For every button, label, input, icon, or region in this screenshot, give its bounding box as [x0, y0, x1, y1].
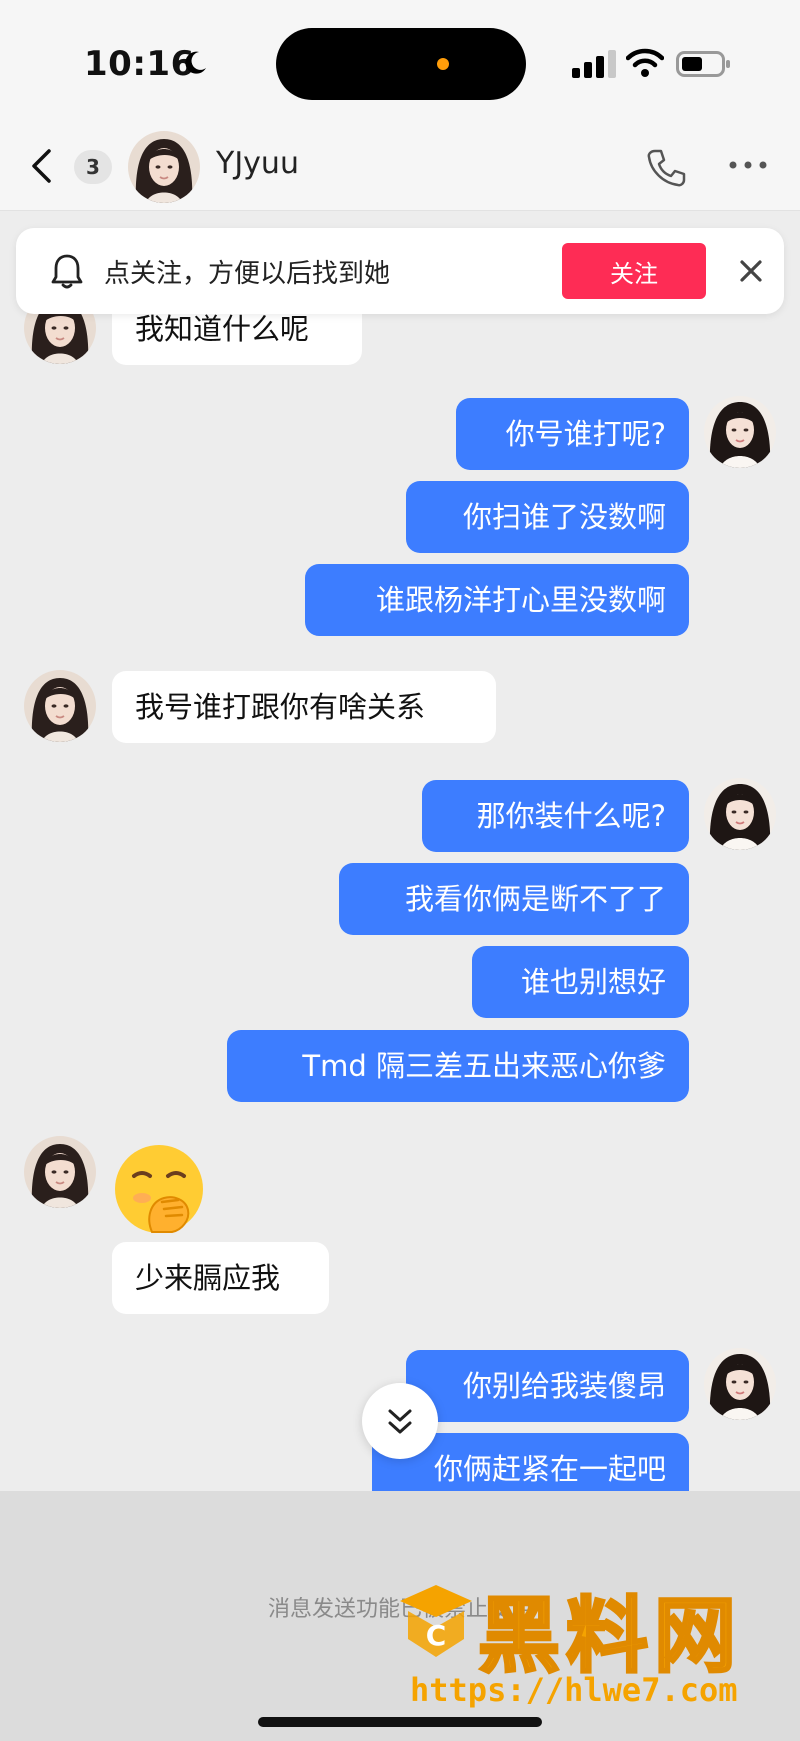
my-avatar[interactable] — [704, 396, 776, 468]
status-bar: 10:16 — [0, 0, 800, 120]
home-indicator — [258, 1717, 542, 1727]
unread-count-badge: 3 — [74, 150, 112, 184]
outgoing-message-bubble[interactable]: 那你装什么呢? — [422, 780, 689, 852]
scroll-to-bottom-button[interactable] — [362, 1383, 438, 1459]
outgoing-message-bubble[interactable]: 谁跟杨洋打心里没数啊 — [305, 564, 689, 636]
contact-name[interactable]: YJyuu — [216, 146, 299, 181]
watermark-logo-icon: C — [400, 1585, 472, 1657]
composer-area: 消息发送功能已被禁止使用 C 黑料网 https://hlwe7.com — [0, 1491, 800, 1741]
follow-button[interactable]: 关注 — [562, 243, 706, 299]
scroll-down-icon — [388, 1409, 412, 1434]
chat-header: 3 YJyuu — [0, 120, 800, 211]
follow-banner: 点关注，方便以后找到她 关注 — [16, 228, 784, 314]
dynamic-island — [276, 28, 526, 100]
outgoing-message-bubble[interactable]: 你号谁打呢? — [456, 398, 689, 470]
phone-icon[interactable] — [646, 148, 686, 188]
signal-icon — [572, 50, 616, 78]
more-icon[interactable] — [728, 158, 768, 172]
outgoing-message-bubble[interactable]: 谁也别想好 — [472, 946, 689, 1018]
outgoing-message-bubble[interactable]: 我看你俩是断不了了 — [339, 863, 689, 935]
watermark-url: https://hlwe7.com — [410, 1671, 738, 1709]
hand-over-mouth-emoji-icon[interactable] — [112, 1142, 206, 1236]
outgoing-message-bubble[interactable]: 你别给我装傻昂 — [406, 1350, 689, 1422]
privacy-indicator-dot — [437, 58, 449, 70]
my-avatar[interactable] — [704, 778, 776, 850]
contact-avatar[interactable] — [128, 131, 200, 203]
outgoing-message-bubble[interactable]: 你扫谁了没数啊 — [406, 481, 689, 553]
status-time: 10:16 — [84, 44, 195, 84]
bell-icon — [51, 254, 83, 289]
incoming-message-bubble[interactable]: 我号谁打跟你有啥关系 — [112, 671, 496, 743]
my-avatar[interactable] — [704, 1348, 776, 1420]
contact-message-avatar[interactable] — [24, 1136, 96, 1208]
svg-text:C: C — [426, 1619, 447, 1652]
follow-banner-text: 点关注，方便以后找到她 — [104, 259, 391, 289]
incoming-message-bubble[interactable]: 少来膈应我 — [112, 1242, 329, 1314]
close-icon[interactable] — [734, 254, 768, 288]
battery-icon — [676, 51, 730, 77]
moon-icon — [185, 51, 206, 74]
outgoing-message-bubble[interactable]: Tmd 隔三差五出来恶心你爹 — [227, 1030, 689, 1102]
back-chevron-icon[interactable] — [30, 148, 52, 184]
wifi-icon — [626, 48, 664, 77]
contact-message-avatar[interactable] — [24, 670, 96, 742]
